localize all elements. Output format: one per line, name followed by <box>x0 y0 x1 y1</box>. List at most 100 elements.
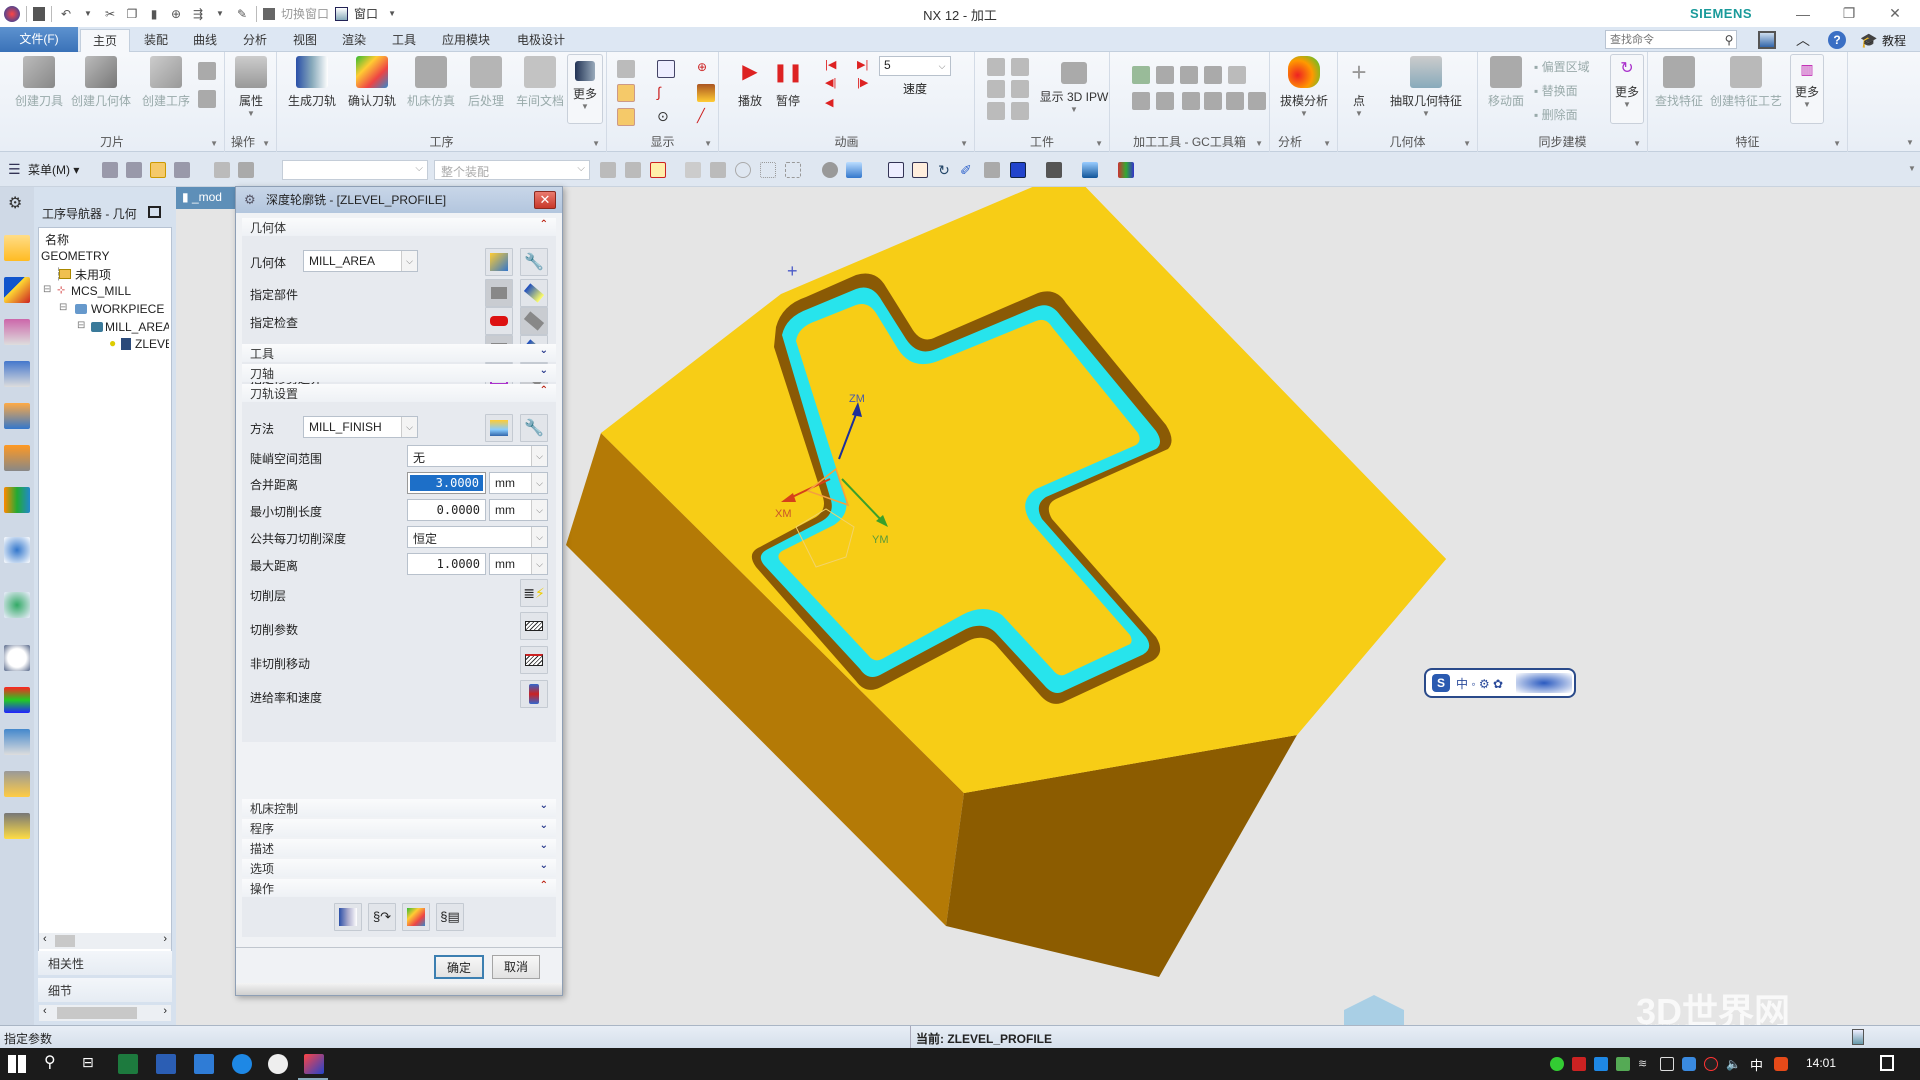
specify-check-button[interactable] <box>485 307 513 335</box>
create-tool-button[interactable]: 创建刀具 <box>10 56 68 109</box>
tab-home[interactable]: 主页 <box>80 29 131 52</box>
wifi-icon[interactable]: ≋ <box>1638 1057 1652 1071</box>
extract-geometry-button[interactable]: 抽取几何特征 ▼ <box>1378 56 1474 118</box>
geometry-select[interactable]: MILL_AREA ⌵ <box>303 250 418 272</box>
gc-tool-icon[interactable] <box>1182 92 1200 110</box>
tab-application[interactable]: 应用模块 <box>430 29 502 52</box>
point-button[interactable]: + 点 ▼ <box>1344 56 1374 118</box>
task-view-icon[interactable]: ⊟ <box>82 1054 94 1071</box>
clock[interactable]: 14:01 <box>1806 1056 1836 1070</box>
browser-icon[interactable] <box>268 1054 288 1074</box>
gc-tool-icon[interactable] <box>1226 92 1244 110</box>
step-forward-icon[interactable]: |▶ <box>857 76 875 94</box>
tree-node-mill-area[interactable]: MILL_AREA <box>105 320 169 334</box>
speed-select[interactable]: 5 ⌵ <box>879 56 951 76</box>
curve-icon[interactable]: ∫ <box>657 84 675 102</box>
tree-node-mcs-mill[interactable]: MCS_MILL <box>71 284 131 298</box>
section-machine-control[interactable]: 机床控制 ⌄ <box>242 799 556 817</box>
tab-curve[interactable]: 曲线 <box>181 29 229 52</box>
feeds-speeds-button[interactable] <box>520 680 548 708</box>
chevron-down-icon[interactable]: ▼ <box>80 6 96 22</box>
shaded-icon[interactable] <box>846 162 862 178</box>
scrollbar-thumb[interactable] <box>57 1007 137 1019</box>
qq-icon[interactable] <box>1704 1057 1718 1071</box>
menu-button[interactable]: 菜单(M) ▾ <box>28 161 79 178</box>
verify-toolpath-button[interactable]: 确认刀轨 <box>343 56 401 109</box>
ipw-icon[interactable] <box>1011 102 1029 120</box>
replay-button[interactable]: §↷ <box>368 903 396 931</box>
non-cutting-moves-button[interactable] <box>520 646 548 674</box>
scroll-right-icon[interactable]: › <box>163 1005 167 1017</box>
roles-icon[interactable] <box>4 487 30 513</box>
app-icon[interactable] <box>232 1054 252 1074</box>
app-tray-icon[interactable] <box>1594 1057 1608 1071</box>
edit-geometry-button[interactable]: 🔧 <box>520 248 548 276</box>
properties-button[interactable]: 属性 ▼ <box>229 56 273 118</box>
chevron-down-icon[interactable]: ▼ <box>262 139 270 148</box>
ime-indicator[interactable]: 中 <box>1750 1055 1763 1074</box>
method-navigator-icon[interactable] <box>4 319 30 345</box>
generate-button[interactable] <box>334 903 362 931</box>
command-search-input[interactable] <box>1605 30 1737 49</box>
search-icon[interactable]: ⚲ <box>44 1052 56 1072</box>
ipw-icon[interactable] <box>1011 58 1029 76</box>
snap-point-icon[interactable] <box>650 162 666 178</box>
chevron-down-icon[interactable]: ▼ <box>1095 139 1103 148</box>
pause-button[interactable]: ❚❚ 暂停 <box>771 56 805 109</box>
draft-analysis-button[interactable]: 拔模分析 ▼ <box>1276 56 1332 118</box>
display-check-button[interactable] <box>520 307 548 335</box>
find-feature-button[interactable]: 查找特征 <box>1654 56 1704 109</box>
step-back-start-icon[interactable]: |◀ <box>825 58 843 76</box>
chevron-down-icon[interactable]: ▼ <box>210 139 218 148</box>
show-3d-ipw-button[interactable]: 显示 3D IPW ▼ <box>1039 56 1109 114</box>
generate-toolpath-button[interactable]: 生成刀轨 <box>283 56 341 109</box>
notification-icon[interactable] <box>1880 1055 1894 1071</box>
sogou-icon[interactable] <box>1774 1057 1788 1071</box>
tree-node-geometry[interactable]: GEOMETRY <box>41 249 109 263</box>
close-dialog-button[interactable]: ✕ <box>534 191 556 209</box>
scrollbar-thumb[interactable] <box>55 935 75 947</box>
max-distance-input[interactable]: 1.0000 <box>407 553 486 575</box>
program-order-view-icon[interactable] <box>102 162 118 178</box>
new-method-button[interactable] <box>485 414 513 442</box>
chevron-down-icon[interactable]: ▼ <box>1255 139 1263 148</box>
gc-tool-icon[interactable] <box>1180 66 1198 84</box>
circle-point-icon[interactable]: ⊙ <box>657 108 675 126</box>
gc-tool-icon[interactable] <box>1132 92 1150 110</box>
chevron-down-icon[interactable]: ▼ <box>704 139 712 148</box>
part-navigator-icon[interactable] <box>4 403 30 429</box>
rotate-icon[interactable]: ↻ <box>936 162 952 178</box>
collapse-icon[interactable]: ⊟ <box>77 320 85 331</box>
orient-view-icon[interactable] <box>1082 162 1098 178</box>
display-region-icon[interactable] <box>657 60 675 78</box>
cut-params-display-icon[interactable] <box>617 84 635 102</box>
merge-distance-unit-select[interactable]: mm ⌵ <box>489 472 548 494</box>
edit-method-button[interactable]: 🔧 <box>520 414 548 442</box>
section-options[interactable]: 选项 ⌄ <box>242 859 556 877</box>
zoom-icon[interactable] <box>912 162 928 178</box>
layout-icon[interactable] <box>1010 162 1026 178</box>
maximize-panel-icon[interactable] <box>148 206 161 218</box>
gc-tool-icon[interactable] <box>1204 66 1222 84</box>
reuse-library-icon[interactable] <box>4 445 30 471</box>
merge-distance-input[interactable]: 3.0000 <box>407 472 486 494</box>
word-icon[interactable] <box>156 1054 176 1074</box>
paste-icon[interactable]: ▮ <box>146 6 162 22</box>
tab-view[interactable]: 视图 <box>281 29 329 52</box>
gear-icon[interactable]: ⚙ <box>8 193 22 213</box>
section-path-settings[interactable]: 刀轨设置 ⌃ <box>242 384 556 402</box>
step-forward-end-icon[interactable]: ▶| <box>857 58 875 76</box>
fullscreen-toggle-icon[interactable] <box>1852 1029 1864 1045</box>
history-icon[interactable] <box>4 645 30 671</box>
window-menu-button[interactable]: 窗口 <box>354 5 378 22</box>
tab-file[interactable]: 文件(F) <box>0 27 78 52</box>
chevron-down-icon[interactable]: ▼ <box>1908 164 1916 173</box>
gc-tool-icon[interactable] <box>1156 66 1174 84</box>
type-filter-select[interactable]: ⌵ <box>282 160 428 180</box>
tool-display-icon[interactable] <box>697 84 715 102</box>
resize-handle[interactable] <box>236 983 562 995</box>
repeat-command-icon[interactable]: ⇶ <box>190 6 206 22</box>
snap-icon[interactable] <box>600 162 616 178</box>
tab-analysis[interactable]: 分析 <box>231 29 279 52</box>
more-operations-button[interactable]: 更多 ▼ <box>567 54 603 124</box>
